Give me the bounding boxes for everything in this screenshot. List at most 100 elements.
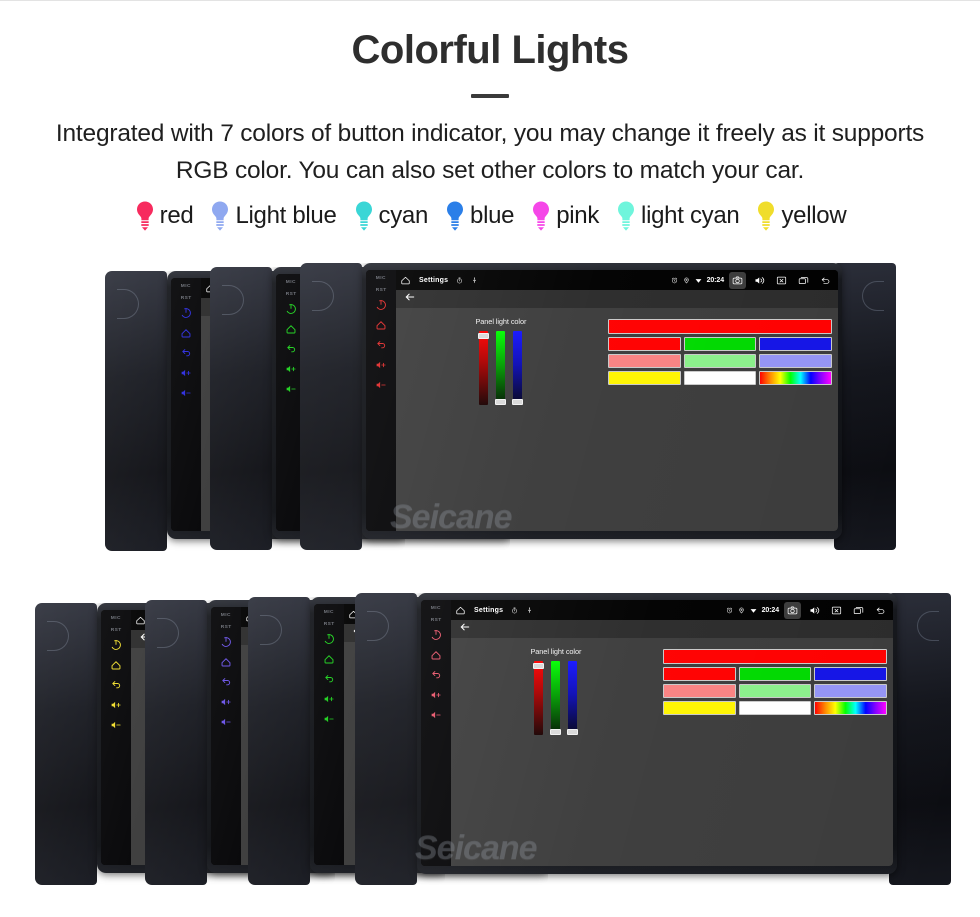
legend-label: Light blue xyxy=(235,201,337,229)
back-icon[interactable] xyxy=(110,679,122,699)
home-icon[interactable] xyxy=(180,327,192,347)
color-swatch[interactable] xyxy=(683,337,757,351)
statusbar-close-button[interactable] xyxy=(773,272,790,289)
status-bar-right: 20:24 xyxy=(671,271,834,289)
slider-thumb[interactable] xyxy=(478,333,490,340)
right-trim-panel xyxy=(834,263,896,550)
hardware-label-rst: RST xyxy=(375,286,387,293)
power-icon[interactable] xyxy=(430,629,442,649)
volume-up-icon[interactable] xyxy=(285,363,297,383)
volume-up-icon[interactable] xyxy=(110,699,122,719)
slider-thumb[interactable] xyxy=(567,729,579,736)
rgb-sliders xyxy=(478,331,524,406)
legend-item-light-blue: Light blue xyxy=(201,200,344,232)
statusbar-volume-button[interactable] xyxy=(806,602,823,619)
slider-thumb[interactable] xyxy=(533,663,545,670)
statusbar-back-button[interactable] xyxy=(817,272,834,289)
statusbar-alarm-icon xyxy=(726,607,733,614)
volume-up-icon[interactable] xyxy=(180,367,192,387)
color-swatch[interactable] xyxy=(662,701,736,715)
home-icon[interactable] xyxy=(285,323,297,343)
slider-thumb[interactable] xyxy=(495,399,507,406)
slider-thumb[interactable] xyxy=(512,399,524,406)
statusbar-camera-button[interactable] xyxy=(784,601,801,619)
volume-up-icon[interactable] xyxy=(375,359,387,379)
back-icon[interactable] xyxy=(180,347,192,367)
statusbar-recents-button[interactable] xyxy=(795,272,812,289)
color-swatch[interactable] xyxy=(683,371,757,385)
back-icon[interactable] xyxy=(430,669,442,689)
color-swatch[interactable] xyxy=(738,667,812,681)
power-icon[interactable] xyxy=(323,633,335,653)
power-icon[interactable] xyxy=(220,636,232,656)
screen-bezel: MIC RST Settings 20:24 Panel light color xyxy=(362,263,842,539)
rgb-slider-r[interactable] xyxy=(478,331,490,405)
back-icon[interactable] xyxy=(323,673,335,693)
rgb-slider-g[interactable] xyxy=(495,331,507,406)
home-icon[interactable] xyxy=(110,659,122,679)
appbar-back-button[interactable] xyxy=(459,620,471,638)
panel-light-color-picker: Panel light color xyxy=(396,317,838,406)
color-swatch[interactable] xyxy=(683,354,757,368)
statusbar-home-icon[interactable] xyxy=(455,605,466,616)
back-icon[interactable] xyxy=(220,676,232,696)
color-swatch[interactable] xyxy=(607,354,681,368)
color-swatch[interactable] xyxy=(738,701,812,715)
rgb-slider-g[interactable] xyxy=(550,661,562,736)
statusbar-recents-button[interactable] xyxy=(850,602,867,619)
app-bar xyxy=(396,290,838,308)
color-swatch[interactable] xyxy=(662,667,736,681)
color-swatch[interactable] xyxy=(759,337,832,351)
statusbar-camera-button[interactable] xyxy=(729,271,746,289)
power-icon[interactable] xyxy=(285,303,297,323)
appbar-back-button[interactable] xyxy=(404,290,416,308)
power-icon[interactable] xyxy=(375,299,387,319)
power-icon[interactable] xyxy=(180,307,192,327)
rgb-slider-r[interactable] xyxy=(533,661,545,735)
home-icon[interactable] xyxy=(375,319,387,339)
statusbar-back-button[interactable] xyxy=(872,602,889,619)
rgb-slider-b[interactable] xyxy=(567,661,579,736)
status-bar-left: Settings xyxy=(400,275,478,286)
statusbar-close-button[interactable] xyxy=(828,602,845,619)
home-icon[interactable] xyxy=(220,656,232,676)
volume-down-icon[interactable] xyxy=(220,716,232,736)
color-swatch[interactable] xyxy=(814,684,887,698)
volume-up-icon[interactable] xyxy=(323,693,335,713)
statusbar-volume-button[interactable] xyxy=(751,272,768,289)
power-icon[interactable] xyxy=(110,639,122,659)
back-icon[interactable] xyxy=(375,339,387,359)
slider-thumb[interactable] xyxy=(550,729,562,736)
color-swatch[interactable] xyxy=(814,667,887,681)
d-emblem-icon xyxy=(862,281,884,311)
home-icon[interactable] xyxy=(430,649,442,669)
color-swatch[interactable] xyxy=(607,337,681,351)
volume-down-icon[interactable] xyxy=(375,379,387,399)
volume-down-icon[interactable] xyxy=(110,719,122,739)
rgb-slider-b[interactable] xyxy=(512,331,524,406)
volume-down-icon[interactable] xyxy=(285,383,297,403)
picker-caption: Panel light color xyxy=(530,647,582,656)
legend-label: yellow xyxy=(781,201,847,229)
color-swatch[interactable] xyxy=(759,371,832,385)
volume-up-icon[interactable] xyxy=(220,696,232,716)
color-swatch[interactable] xyxy=(814,701,887,715)
volume-down-icon[interactable] xyxy=(430,709,442,729)
statusbar-usb-icon xyxy=(471,276,478,284)
volume-down-icon[interactable] xyxy=(180,387,192,407)
right-trim-panel xyxy=(889,593,951,885)
left-trim-panel xyxy=(105,271,167,551)
color-swatch[interactable] xyxy=(607,371,681,385)
head-unit-device: MIC RST Settings 20:24 Panel light color xyxy=(300,263,900,550)
color-swatch[interactable] xyxy=(738,684,812,698)
color-swatch[interactable] xyxy=(759,354,832,368)
home-icon[interactable] xyxy=(323,653,335,673)
page-root: Colorful Lights Integrated with 7 colors… xyxy=(0,0,980,917)
volume-up-icon[interactable] xyxy=(430,689,442,709)
volume-down-icon[interactable] xyxy=(323,713,335,733)
back-icon[interactable] xyxy=(285,343,297,363)
color-swatch[interactable] xyxy=(662,684,736,698)
screen-inner: MIC RST Settings 20:24 Panel light color xyxy=(421,600,893,866)
legend-item-pink: pink xyxy=(522,200,607,232)
statusbar-home-icon[interactable] xyxy=(400,275,411,286)
